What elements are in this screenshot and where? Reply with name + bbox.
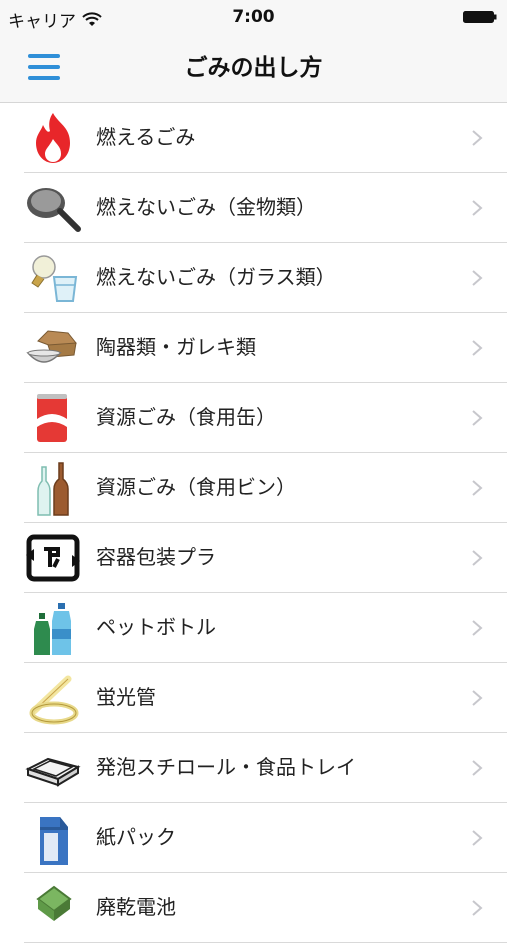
battery-status-icon (463, 11, 497, 23)
list-item-label: 容器包装プラ (96, 545, 216, 569)
list-item-label: 廃乾電池 (96, 895, 176, 919)
list-item-resource-cans[interactable]: 資源ごみ（食用缶） (24, 383, 507, 453)
list-item-nonburnable-glass[interactable]: 燃えないごみ（ガラス類） (24, 243, 507, 313)
list-item-resource-bottles[interactable]: 資源ごみ（食用ビン） (24, 453, 507, 523)
status-time: 7:00 (232, 7, 275, 27)
battery-icon (36, 885, 72, 921)
styrofoam-tray-icon (25, 757, 81, 787)
chevron-right-icon (472, 130, 483, 146)
chevron-right-icon (472, 690, 483, 706)
chevron-right-icon (472, 760, 483, 776)
list-item-label: 発泡スチロール・食品トレイ (96, 755, 356, 779)
garbage-category-list: 燃えるごみ 燃えないごみ（金物類） 燃えないごみ（ガラス類） 陶器類・ガレキ類 (0, 103, 507, 943)
list-item-label: 陶器類・ガレキ類 (96, 335, 256, 359)
list-item-pet-bottles[interactable]: ペットボトル (24, 593, 507, 663)
list-item-styrofoam-trays[interactable]: 発泡スチロール・食品トレイ (24, 733, 507, 803)
list-item-label: 資源ごみ（食用缶） (96, 405, 276, 429)
pla-recycle-icon (26, 534, 80, 582)
frying-pan-icon (27, 188, 81, 232)
fluorescent-tube-icon (29, 675, 79, 725)
list-item-nonburnable-metal[interactable]: 燃えないごみ（金物類） (24, 173, 507, 243)
chevron-right-icon (472, 340, 483, 356)
list-item-label: 紙パック (96, 825, 176, 849)
can-icon (37, 394, 67, 442)
list-item-fluorescent-tubes[interactable]: 蛍光管 (24, 663, 507, 733)
hamburger-icon-bar (28, 54, 60, 58)
list-item-burnable[interactable]: 燃えるごみ (24, 103, 507, 173)
chevron-right-icon (472, 200, 483, 216)
milk-carton-icon (40, 817, 68, 865)
chevron-right-icon (472, 480, 483, 496)
list-item-label: ペットボトル (96, 615, 216, 639)
chevron-right-icon (472, 830, 483, 846)
bottles-icon (37, 462, 69, 516)
ceramic-bowl-icon (26, 330, 77, 363)
list-item-label: 燃えるごみ (96, 125, 196, 149)
menu-button[interactable] (28, 54, 60, 80)
status-bar: キャリア 7:00 (0, 0, 507, 34)
list-item-label: 資源ごみ（食用ビン） (96, 475, 296, 499)
page-title: ごみの出し方 (184, 55, 323, 81)
list-item-plastic-packaging[interactable]: 容器包装プラ (24, 523, 507, 593)
chevron-right-icon (472, 550, 483, 566)
list-item-label: 燃えないごみ（ガラス類） (96, 265, 336, 289)
hamburger-icon-bar (28, 65, 60, 69)
lightbulb-glass-icon (31, 255, 78, 302)
nav-bar: ごみの出し方 (0, 34, 507, 103)
flame-icon (36, 113, 70, 163)
list-item-paper-cartons[interactable]: 紙パック (24, 803, 507, 873)
list-item-label: 燃えないごみ（金物類） (96, 195, 316, 219)
chevron-right-icon (472, 900, 483, 916)
list-item-dry-batteries[interactable]: 廃乾電池 (24, 873, 507, 943)
chevron-right-icon (472, 410, 483, 426)
chevron-right-icon (472, 620, 483, 636)
list-item-label: 蛍光管 (96, 685, 156, 709)
hamburger-icon-bar (28, 76, 60, 80)
pet-bottle-icon (34, 603, 71, 655)
list-item-ceramics-rubble[interactable]: 陶器類・ガレキ類 (24, 313, 507, 383)
chevron-right-icon (472, 270, 483, 286)
